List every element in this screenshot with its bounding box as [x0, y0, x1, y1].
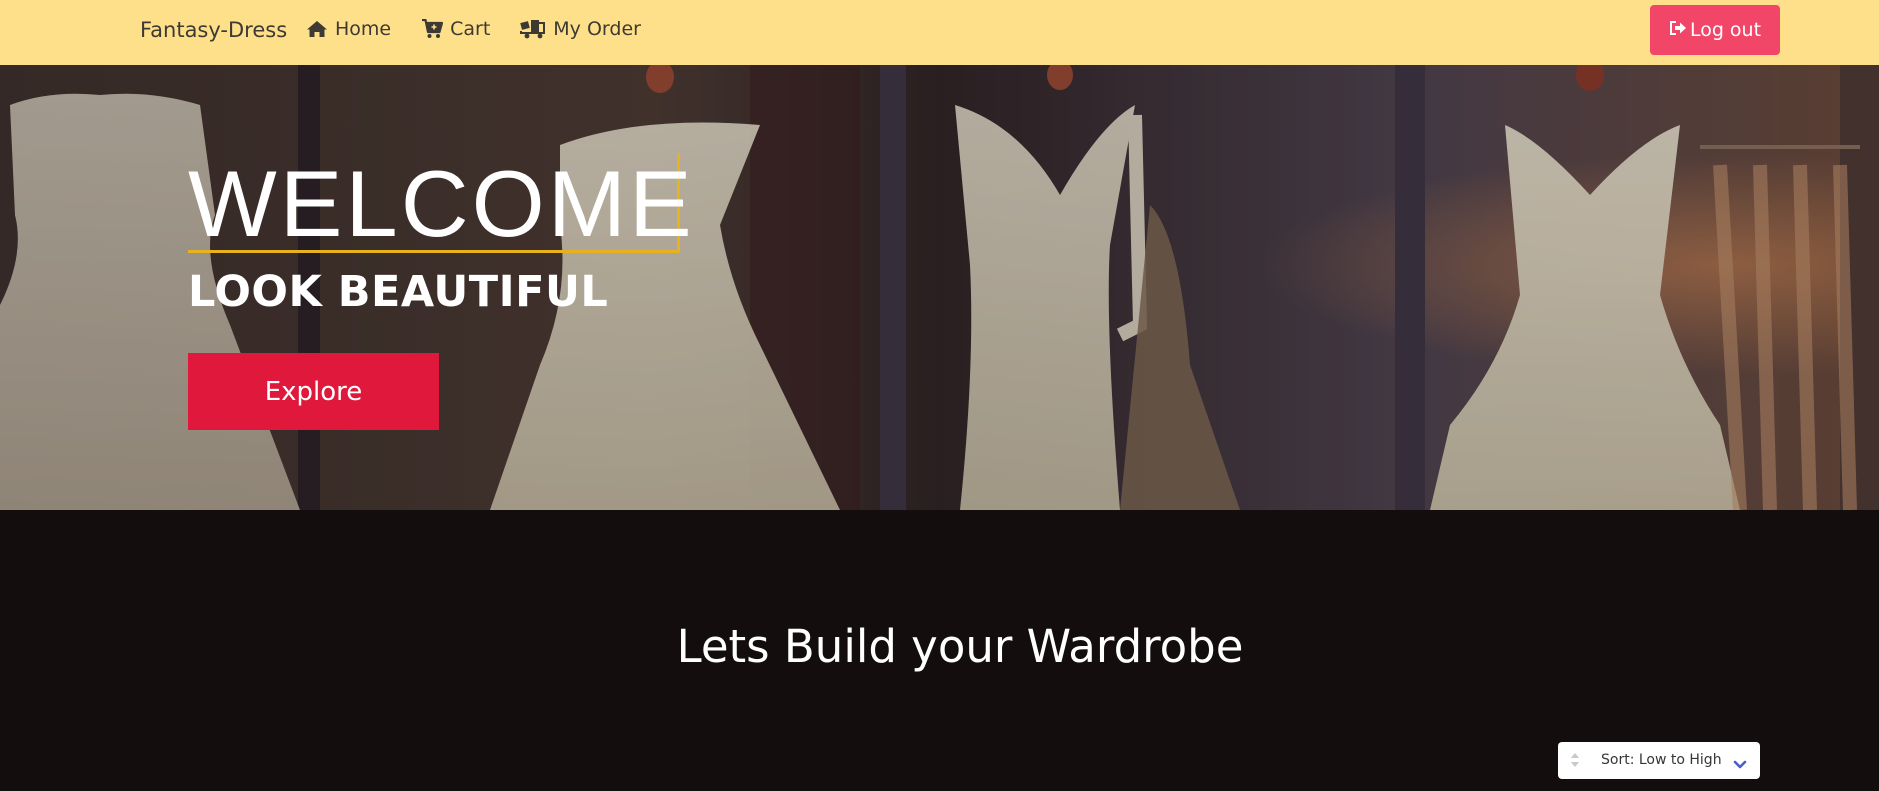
nav-my-order-link[interactable]: My Order — [520, 18, 641, 40]
nav-cart-label: Cart — [450, 18, 491, 40]
truck-loading-icon — [520, 19, 546, 39]
home-icon — [306, 20, 328, 38]
welcome-underline-frame: WELCOME — [188, 153, 692, 253]
sort-selected-value: Sort: Low to High — [1601, 752, 1722, 768]
logout-label: Log out — [1689, 19, 1762, 41]
section-title: Lets Build your Wardrobe — [676, 620, 1244, 673]
nav-cart-link[interactable]: Cart — [421, 18, 490, 40]
explore-button[interactable]: Explore — [188, 353, 439, 430]
top-navbar: Fantasy-Dress Home Cart My Order Log out — [0, 0, 1879, 65]
nav-links: Home Cart My Order — [306, 18, 641, 40]
brand-link[interactable]: Fantasy-Dress — [140, 18, 287, 42]
logout-button[interactable]: Log out — [1650, 5, 1780, 55]
nav-home-link[interactable]: Home — [306, 18, 391, 40]
welcome-heading: WELCOME — [188, 151, 695, 256]
nav-my-order-label: My Order — [553, 18, 641, 40]
cart-plus-icon — [421, 19, 444, 39]
hero-subtitle: LOOK BEAUTIFUL — [188, 267, 609, 317]
chevron-down-icon — [1733, 755, 1747, 774]
hero-banner: WELCOME LOOK BEAUTIFUL Explore — [0, 65, 1879, 510]
sign-out-icon — [1669, 19, 1687, 41]
sort-updown-icon — [1570, 752, 1580, 772]
nav-home-label: Home — [335, 18, 392, 40]
sort-select[interactable]: Sort: Low to High — [1558, 742, 1760, 779]
